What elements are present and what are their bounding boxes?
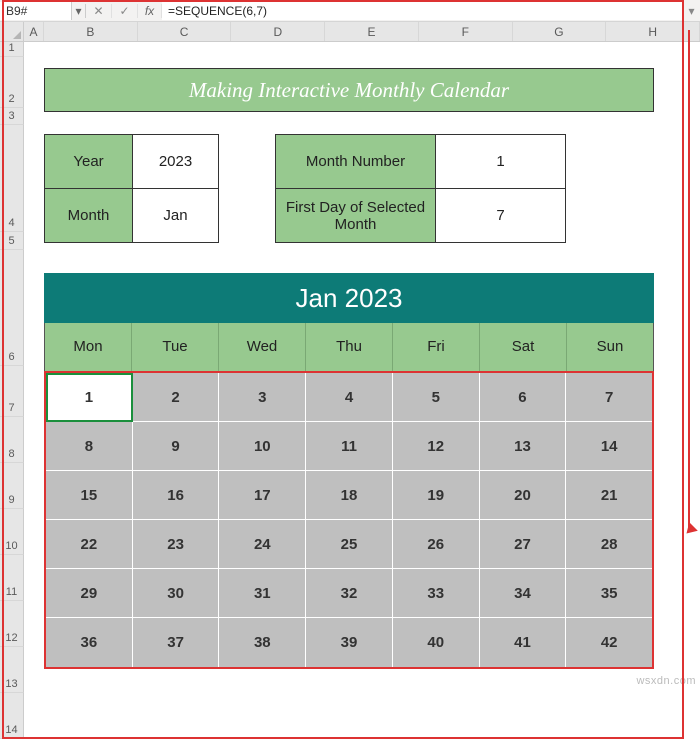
calendar-cell[interactable]: 21 [566, 471, 652, 520]
calendar-cell[interactable]: 42 [566, 618, 652, 667]
calendar-cell[interactable]: 34 [480, 569, 567, 618]
calendar-day-header: Sat [480, 323, 567, 371]
calendar-cell[interactable]: 33 [393, 569, 480, 618]
row-header[interactable]: 3 [0, 108, 24, 125]
page-title: Making Interactive Monthly Calendar [44, 68, 654, 112]
column-header[interactable]: A [24, 22, 44, 41]
calendar-cell[interactable]: 27 [480, 520, 567, 569]
calendar-cell[interactable]: 22 [46, 520, 133, 569]
calendar: Jan 2023 MonTueWedThuFriSatSun 123456789… [44, 273, 654, 669]
calendar-cell[interactable]: 38 [219, 618, 306, 667]
column-header[interactable]: E [325, 22, 419, 41]
calendar-cell[interactable]: 2 [133, 373, 220, 422]
calendar-cell[interactable]: 5 [393, 373, 480, 422]
calendar-cell[interactable]: 12 [393, 422, 480, 471]
calendar-cell[interactable]: 30 [133, 569, 220, 618]
row-header-strip: 1234567891011121314 [0, 42, 24, 739]
cancel-icon[interactable]: ✕ [86, 4, 112, 18]
params-table-right: Month Number1First Day of Selected Month… [275, 134, 566, 243]
calendar-title: Jan 2023 [44, 273, 654, 323]
formula-expand-icon[interactable]: ▾ [682, 4, 700, 18]
param-value[interactable]: 2023 [133, 135, 219, 189]
calendar-cell[interactable]: 13 [480, 422, 567, 471]
calendar-day-header: Thu [306, 323, 393, 371]
calendar-day-header: Mon [45, 323, 132, 371]
row-header[interactable]: 8 [0, 417, 24, 463]
calendar-cell[interactable]: 32 [306, 569, 393, 618]
column-header[interactable]: H [606, 22, 700, 41]
param-value[interactable]: 7 [436, 189, 566, 243]
name-box[interactable]: B9# [0, 2, 72, 20]
fx-icon[interactable]: fx [138, 4, 162, 18]
calendar-cell[interactable]: 40 [393, 618, 480, 667]
confirm-icon[interactable]: ✓ [112, 4, 138, 18]
calendar-cell[interactable]: 39 [306, 618, 393, 667]
calendar-cell[interactable]: 31 [219, 569, 306, 618]
calendar-cell[interactable]: 24 [219, 520, 306, 569]
row-header[interactable]: 4 [0, 125, 24, 231]
calendar-cell[interactable]: 36 [46, 618, 133, 667]
calendar-cell[interactable]: 3 [219, 373, 306, 422]
calendar-day-header: Wed [219, 323, 306, 371]
column-header-row: ABCDEFGH [0, 22, 700, 42]
calendar-cell[interactable]: 16 [133, 471, 220, 520]
calendar-cell[interactable]: 29 [46, 569, 133, 618]
formula-bar: B9# ▾ ✕ ✓ fx =SEQUENCE(6,7) ▾ [0, 0, 700, 22]
calendar-cell[interactable]: 17 [219, 471, 306, 520]
calendar-cell[interactable]: 41 [480, 618, 567, 667]
params-table-left: Year2023MonthJan [44, 134, 219, 243]
calendar-cell[interactable]: 7 [566, 373, 652, 422]
calendar-cell[interactable]: 9 [133, 422, 220, 471]
calendar-cell[interactable]: 15 [46, 471, 133, 520]
calendar-cell[interactable]: 8 [46, 422, 133, 471]
calendar-day-header: Fri [393, 323, 480, 371]
calendar-day-header: Sun [567, 323, 653, 371]
param-label: Month Number [276, 135, 436, 189]
param-label: First Day of Selected Month [276, 189, 436, 243]
param-value[interactable]: 1 [436, 135, 566, 189]
row-header[interactable]: 6 [0, 250, 24, 366]
row-header[interactable]: 11 [0, 555, 24, 601]
calendar-cell[interactable]: 25 [306, 520, 393, 569]
calendar-cell[interactable]: 11 [306, 422, 393, 471]
row-header[interactable]: 14 [0, 693, 24, 739]
calendar-cell[interactable]: 6 [480, 373, 567, 422]
calendar-cell[interactable]: 14 [566, 422, 652, 471]
row-header[interactable]: 5 [0, 232, 24, 251]
calendar-cell[interactable]: 20 [480, 471, 567, 520]
calendar-cell[interactable]: 4 [306, 373, 393, 422]
formula-input[interactable]: =SEQUENCE(6,7) [162, 2, 682, 20]
watermark: wsxdn.com [636, 675, 696, 687]
calendar-cell[interactable]: 10 [219, 422, 306, 471]
calendar-cell[interactable]: 28 [566, 520, 652, 569]
column-header[interactable]: D [231, 22, 325, 41]
row-header[interactable]: 2 [0, 57, 24, 108]
column-header[interactable]: F [419, 22, 513, 41]
row-header[interactable]: 1 [0, 42, 24, 57]
name-box-dropdown-icon[interactable]: ▾ [72, 4, 86, 18]
param-label: Year [45, 135, 133, 189]
calendar-cell[interactable]: 26 [393, 520, 480, 569]
row-header[interactable]: 12 [0, 601, 24, 647]
row-header[interactable]: 10 [0, 509, 24, 555]
calendar-body: 1234567891011121314151617181920212223242… [44, 371, 654, 669]
row-header[interactable]: 13 [0, 647, 24, 693]
calendar-cell[interactable]: 18 [306, 471, 393, 520]
calendar-day-header: Tue [132, 323, 219, 371]
param-value[interactable]: Jan [133, 189, 219, 243]
row-header[interactable]: 7 [0, 366, 24, 417]
calendar-cell[interactable]: 19 [393, 471, 480, 520]
select-all-corner[interactable] [0, 22, 24, 41]
column-header[interactable]: C [138, 22, 232, 41]
column-header[interactable]: G [513, 22, 607, 41]
calendar-header-row: MonTueWedThuFriSatSun [44, 323, 654, 371]
column-header[interactable]: B [44, 22, 138, 41]
calendar-cell[interactable]: 35 [566, 569, 652, 618]
calendar-cell[interactable]: 1 [46, 373, 133, 422]
calendar-cell[interactable]: 37 [133, 618, 220, 667]
param-label: Month [45, 189, 133, 243]
calendar-cell[interactable]: 23 [133, 520, 220, 569]
row-header[interactable]: 9 [0, 463, 24, 509]
